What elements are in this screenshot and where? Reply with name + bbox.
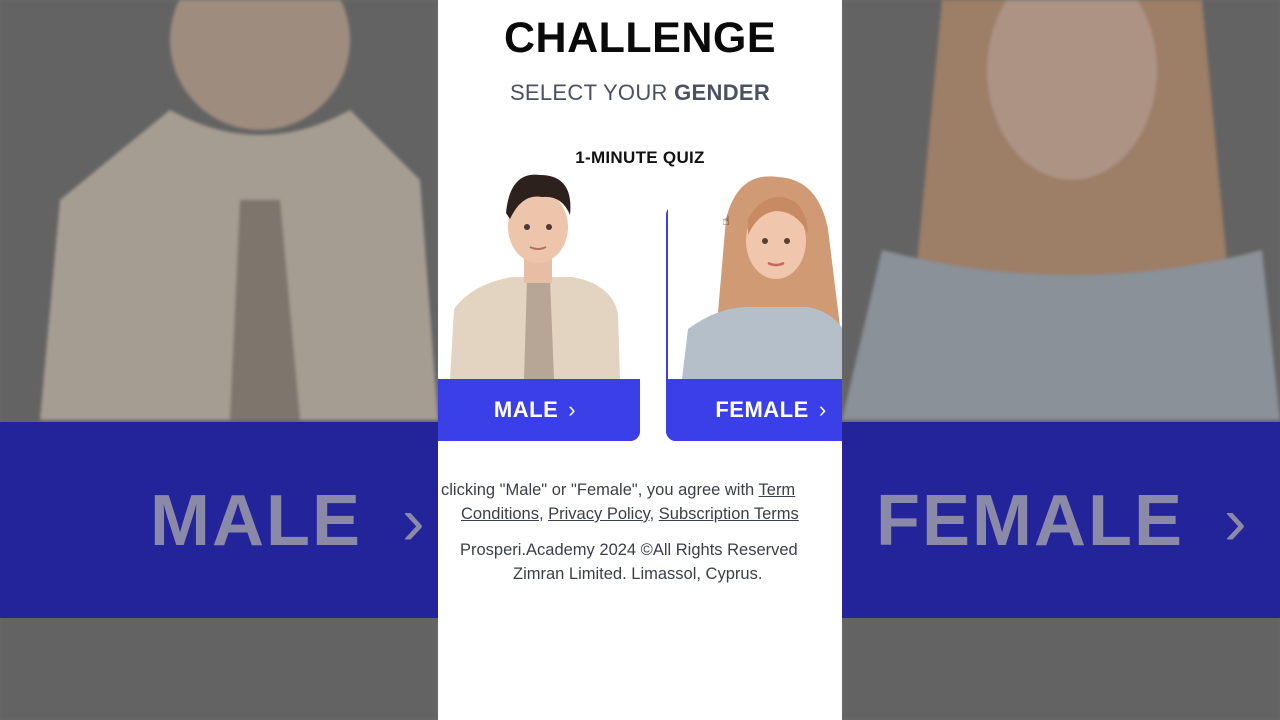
page-title: CHALLENGE (503, 14, 777, 62)
quiz-label: 1-MINUTE QUIZ (575, 148, 705, 167)
conditions-link[interactable]: Conditions (461, 505, 539, 523)
male-avatar-image (438, 174, 642, 379)
background-male-label: MALE › (150, 481, 427, 561)
male-button[interactable]: MALE › (438, 379, 640, 441)
video-frame: MALE › FEMALE › CHALLENGE SELECT YOUR GEND… (0, 0, 1280, 720)
female-option-card[interactable]: FEMALE › (666, 176, 842, 441)
female-button-label: FEMALE (715, 397, 809, 422)
mouse-pointer-icon: ☝ (722, 213, 730, 228)
subscription-terms-link[interactable]: Subscription Terms (659, 505, 799, 523)
background-female-label: FEMALE › (876, 481, 1249, 561)
page-subtitle: SELECT YOUR GENDER (438, 80, 842, 106)
terms-link[interactable]: Term (759, 481, 796, 499)
female-button[interactable]: FEMALE › (666, 379, 842, 441)
male-button-label: MALE (493, 397, 559, 422)
female-avatar-image (668, 176, 842, 379)
chevron-right-icon: › (818, 397, 827, 422)
subtitle-prefix: SELECT YOUR (509, 80, 675, 105)
chevron-right-icon: › (568, 397, 577, 422)
privacy-policy-link[interactable]: Privacy Policy (548, 505, 649, 523)
copyright-line: Prosperi.Academy 2024 ©All Rights Reserv… (460, 541, 798, 559)
background-left-panel: MALE › (0, 0, 438, 720)
legal-prefix: clicking "Male" or "Female", you agree w… (441, 481, 759, 499)
background-right-panel: FEMALE › (842, 0, 1280, 720)
legal-separator: , (538, 505, 549, 523)
legal-separator: , (649, 505, 659, 523)
subtitle-emphasis: GENDER (674, 80, 771, 105)
quiz-page: CHALLENGE SELECT YOUR GENDER 1-MINUTE QU… (438, 0, 842, 720)
company-address: Zimran Limited. Limassol, Cyprus. (513, 565, 763, 583)
male-option-card[interactable]: MALE › (438, 174, 642, 441)
